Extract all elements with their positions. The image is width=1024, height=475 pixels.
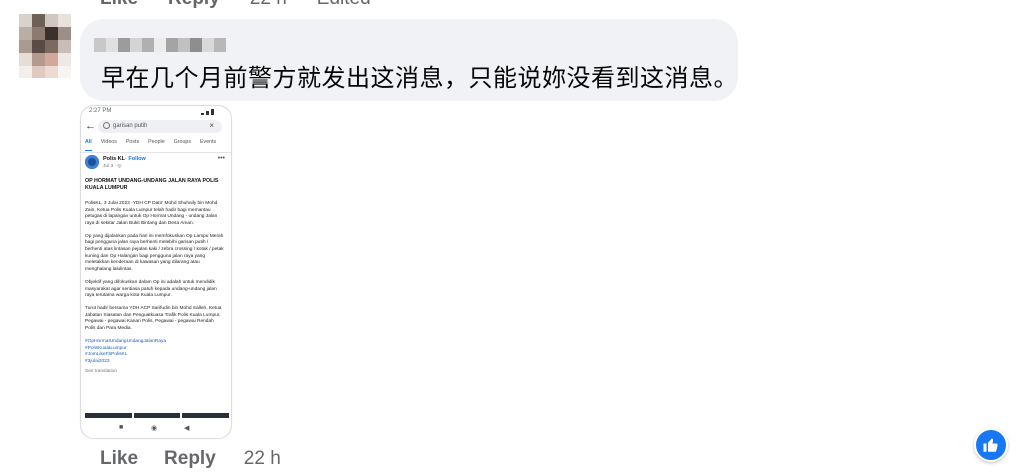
timestamp[interactable]: 22 h bbox=[244, 448, 281, 470]
search-icon bbox=[103, 122, 110, 129]
post-paragraph: Op yang dijalankan pada hari ini memfoku… bbox=[85, 233, 224, 272]
timestamp[interactable]: 22 h bbox=[250, 0, 287, 10]
comment-text: 早在几个月前警方就发出这消息，只能说妳没看到这消息。 bbox=[101, 65, 738, 92]
post-paragraph: Turut hadir bersama YDH ACP Sarifudin bi… bbox=[85, 306, 222, 331]
tab-posts: Posts bbox=[125, 139, 140, 145]
signal-icon bbox=[201, 109, 219, 115]
search-row: ← garisan putih × bbox=[81, 118, 231, 136]
divider bbox=[81, 152, 231, 153]
like-link[interactable]: Like bbox=[100, 448, 138, 470]
like-link[interactable]: Like bbox=[100, 0, 138, 10]
edited-label: Edited bbox=[317, 0, 371, 10]
tab-events: Events bbox=[200, 139, 217, 145]
phone-nav-bar: ■ ◉ ◀ bbox=[81, 421, 231, 438]
reply-link[interactable]: Reply bbox=[168, 0, 220, 10]
author-name-blurred[interactable] bbox=[94, 38, 226, 54]
tab-videos: Videos bbox=[100, 139, 117, 145]
post-header: Polis KL · Follow Jul 3 · ◎ ••• bbox=[85, 155, 229, 175]
see-translation: See translation bbox=[85, 369, 117, 375]
tab-all: All bbox=[85, 139, 92, 151]
thumbs-up-icon bbox=[983, 438, 998, 452]
post-date: Jul 3 · ◎ bbox=[103, 164, 122, 169]
back-arrow-icon: ← bbox=[85, 120, 96, 132]
recents-icon: ■ bbox=[119, 424, 124, 431]
previous-comment-actions: Like Reply 22 h Edited bbox=[100, 0, 371, 12]
search-box: garisan putih × bbox=[98, 120, 222, 133]
status-time: 2:27 PM bbox=[89, 108, 112, 114]
like-reaction-icon[interactable] bbox=[974, 428, 1008, 462]
comment-actions: Like Reply 22 h bbox=[100, 446, 281, 472]
back-icon: ◀ bbox=[184, 425, 190, 432]
avatar[interactable] bbox=[19, 14, 71, 78]
post-paragraph: PolisKL, 3 Julai 2023 -YDH CP Dato' Mohd… bbox=[85, 201, 218, 226]
post-paragraph: Objektif yang difokuskan dalam Op ini ad… bbox=[85, 279, 217, 299]
clear-icon: × bbox=[209, 121, 214, 130]
search-tabs: All Videos Posts People Groups Events bbox=[85, 139, 229, 151]
attached-image[interactable]: 2:27 PM ← garisan putih × All Videos Pos… bbox=[80, 105, 232, 439]
post-body: PolisKL, 3 Julai 2023 -YDH CP Dato' Mohd… bbox=[85, 201, 225, 376]
tab-groups: Groups bbox=[173, 139, 192, 145]
hashtag: #3julai2023 bbox=[85, 358, 110, 364]
post-images-strip bbox=[85, 413, 230, 418]
more-icon: ••• bbox=[217, 155, 225, 162]
hashtag: #OpHormatUndangUndangJalanRaya bbox=[85, 339, 167, 345]
post-title: OP HORMAT UNDANG-UNDANG JALAN RAYA POLIS… bbox=[85, 178, 219, 191]
follow-link: · Follow bbox=[125, 156, 146, 162]
hashtag: #JomLikeFbPolisKL bbox=[85, 352, 128, 358]
status-bar: 2:27 PM bbox=[87, 108, 225, 117]
page-name: Polis KL bbox=[103, 156, 126, 162]
hashtag-list: #OpHormatUndangUndangJalanRaya #PolisKua… bbox=[85, 339, 225, 365]
page-avatar bbox=[85, 155, 99, 169]
reply-link[interactable]: Reply bbox=[164, 448, 216, 470]
home-icon: ◉ bbox=[151, 425, 158, 432]
search-query: garisan putih bbox=[113, 123, 148, 129]
tab-people: People bbox=[148, 139, 165, 145]
